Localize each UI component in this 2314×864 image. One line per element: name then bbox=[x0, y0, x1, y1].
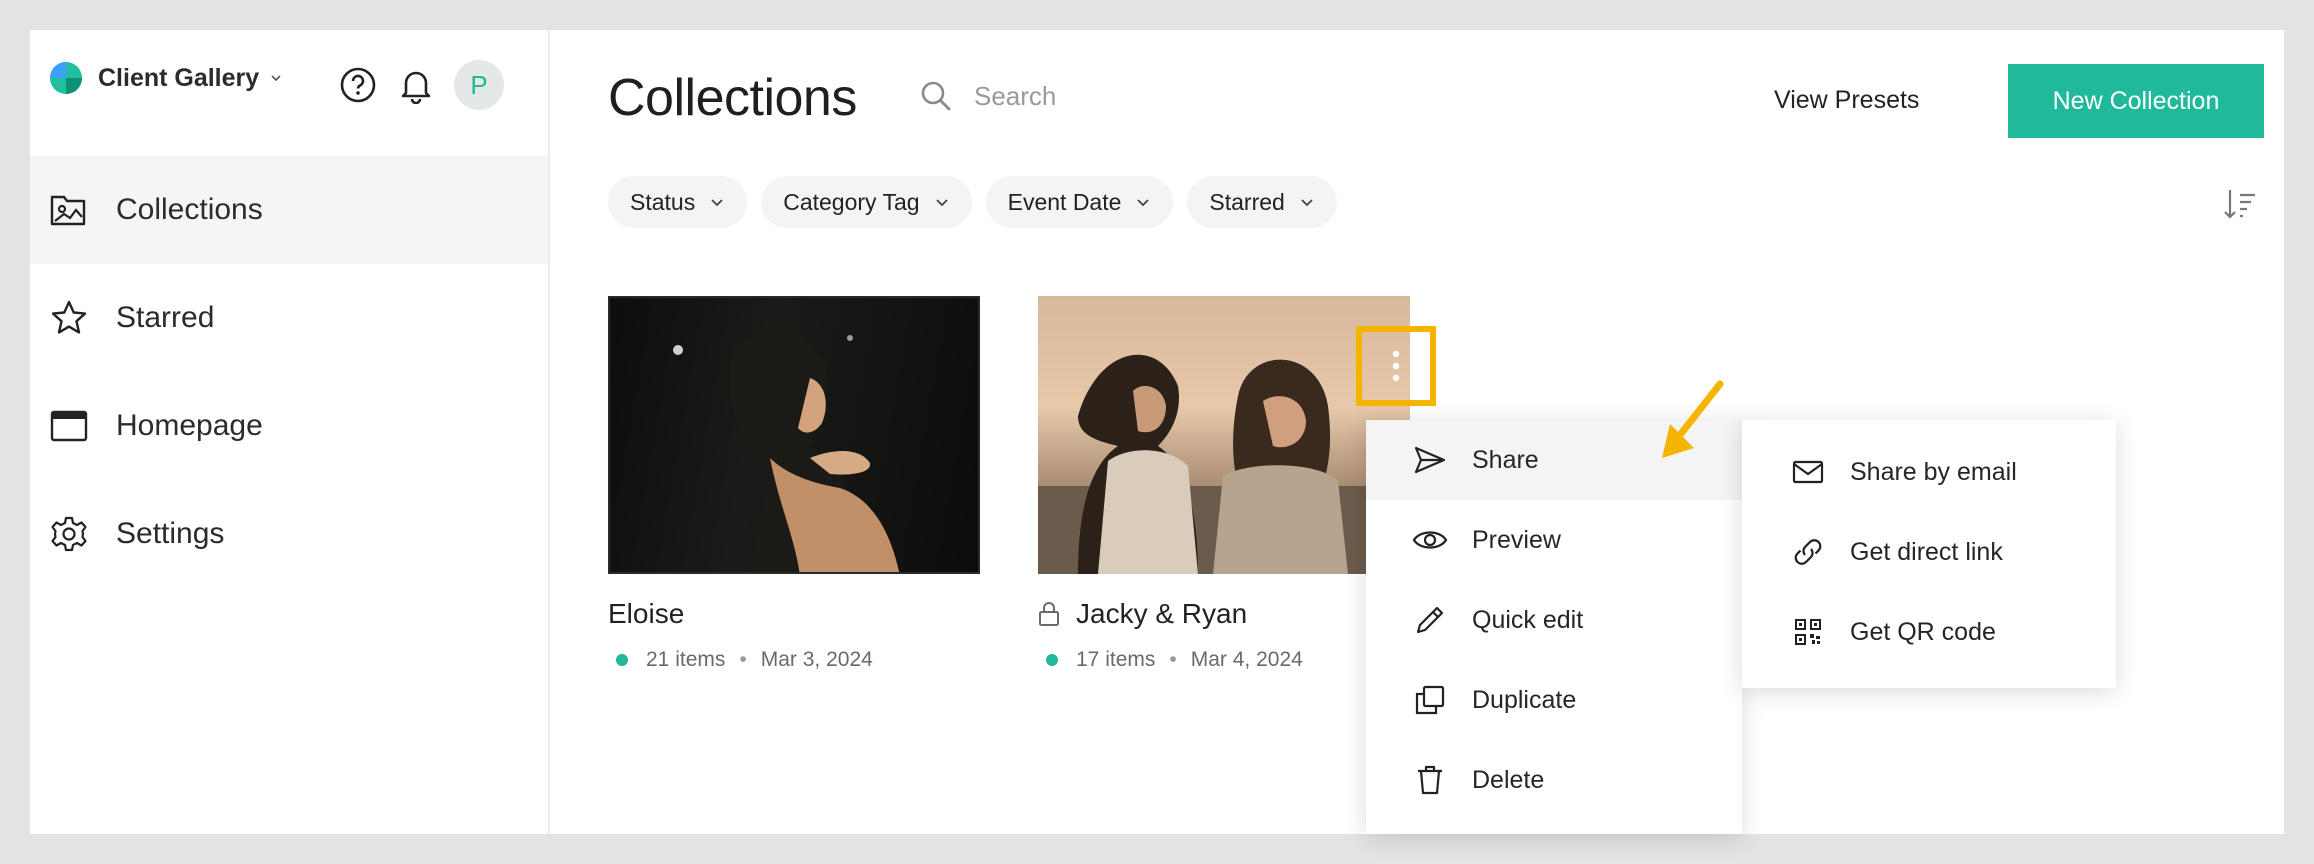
annotation-arrow-icon bbox=[1662, 380, 1724, 458]
filter-status[interactable]: Status bbox=[608, 176, 748, 228]
status-dot bbox=[1046, 654, 1058, 666]
share-submenu: Share by email Get direct link Get QR co… bbox=[1742, 420, 2116, 688]
sidebar-item-settings[interactable]: Settings bbox=[30, 480, 548, 588]
sidebar-nav: Collections Starred Homepage Settings bbox=[30, 156, 548, 588]
sidebar-item-label: Settings bbox=[116, 517, 225, 550]
search-placeholder: Search bbox=[974, 80, 1057, 111]
trash-icon bbox=[1412, 762, 1448, 798]
menu-item-duplicate[interactable]: Duplicate bbox=[1366, 660, 1742, 740]
link-icon bbox=[1790, 534, 1826, 570]
star-icon bbox=[50, 299, 88, 337]
collection-date: Mar 3, 2024 bbox=[760, 648, 873, 671]
sidebar: Client Gallery P Collections Starred Hom… bbox=[30, 30, 550, 834]
filter-label: Event Date bbox=[1007, 188, 1122, 215]
collection-meta: 17 items • Mar 4, 2024 bbox=[1038, 648, 1410, 672]
lock-icon bbox=[1039, 602, 1059, 626]
filter-starred[interactable]: Starred bbox=[1187, 176, 1337, 228]
browser-window-icon bbox=[50, 407, 88, 445]
eye-icon bbox=[1412, 522, 1448, 558]
app-window: Client Gallery P Collections Starred Hom… bbox=[30, 30, 2284, 834]
send-icon bbox=[1412, 442, 1448, 478]
menu-item-label: Get direct link bbox=[1850, 537, 2003, 566]
bell-icon[interactable] bbox=[396, 65, 436, 105]
filter-label: Starred bbox=[1209, 188, 1285, 215]
collection-date: Mar 4, 2024 bbox=[1190, 648, 1303, 671]
collection-context-menu: Share Preview Quick edit Duplicate Delet… bbox=[1366, 420, 1742, 834]
sidebar-item-label: Starred bbox=[116, 301, 215, 334]
menu-item-label: Duplicate bbox=[1472, 685, 1577, 714]
collection-card[interactable]: Jacky & Ryan 17 items • Mar 4, 2024 bbox=[1038, 296, 1410, 672]
kebab-menu-icon bbox=[1392, 350, 1400, 382]
sidebar-item-label: Collections bbox=[116, 193, 263, 226]
new-collection-button[interactable]: New Collection bbox=[2008, 64, 2264, 138]
search-icon bbox=[921, 81, 951, 111]
collection-card[interactable]: Eloise 21 items • Mar 3, 2024 bbox=[608, 296, 980, 672]
sidebar-item-collections[interactable]: Collections bbox=[30, 156, 548, 264]
collection-title: Eloise bbox=[608, 598, 685, 629]
submenu-item-share-by-email[interactable]: Share by email bbox=[1742, 432, 2116, 512]
brand-logo-icon bbox=[50, 62, 82, 94]
avatar[interactable]: P bbox=[454, 60, 504, 110]
menu-item-label: Preview bbox=[1472, 525, 1561, 554]
menu-item-label: Share by email bbox=[1850, 457, 2017, 486]
gear-icon bbox=[50, 515, 88, 553]
menu-item-preview[interactable]: Preview bbox=[1366, 500, 1742, 580]
menu-item-label: Quick edit bbox=[1472, 605, 1584, 634]
chevron-down-icon bbox=[935, 199, 948, 207]
pencil-icon bbox=[1412, 602, 1448, 638]
collection-title-row: Jacky & Ryan bbox=[1038, 598, 1410, 630]
top-icons: P bbox=[338, 60, 504, 110]
collection-cover-photo[interactable] bbox=[608, 296, 980, 574]
chevron-down-icon bbox=[271, 75, 281, 82]
status-dot bbox=[616, 654, 628, 666]
portrait-image bbox=[673, 329, 900, 572]
sidebar-item-starred[interactable]: Starred bbox=[30, 264, 548, 372]
duplicate-icon bbox=[1412, 682, 1448, 718]
filter-event-date[interactable]: Event Date bbox=[985, 176, 1174, 228]
submenu-item-get-qr-code[interactable]: Get QR code bbox=[1742, 592, 2116, 672]
view-presets-link[interactable]: View Presets bbox=[1774, 86, 1919, 115]
menu-item-quick-edit[interactable]: Quick edit bbox=[1366, 580, 1742, 660]
qr-code-icon bbox=[1790, 614, 1826, 650]
collection-title: Jacky & Ryan bbox=[1076, 598, 1248, 629]
sidebar-item-homepage[interactable]: Homepage bbox=[30, 372, 548, 480]
brand-name: Client Gallery bbox=[98, 63, 260, 92]
sort-icon[interactable] bbox=[2222, 186, 2258, 222]
filter-label: Category Tag bbox=[783, 188, 920, 215]
couple-image bbox=[1038, 354, 1410, 574]
chevron-down-icon bbox=[1301, 199, 1313, 207]
sidebar-item-label: Homepage bbox=[116, 409, 263, 442]
menu-item-label: Delete bbox=[1472, 765, 1545, 794]
menu-item-label: Share bbox=[1472, 445, 1539, 474]
brand-switcher[interactable]: Client Gallery bbox=[50, 62, 283, 94]
envelope-icon bbox=[1790, 454, 1826, 490]
page-title: Collections bbox=[608, 69, 857, 127]
filter-label: Status bbox=[630, 188, 696, 215]
menu-item-label: Get QR code bbox=[1850, 617, 1996, 646]
submenu-item-get-direct-link[interactable]: Get direct link bbox=[1742, 512, 2116, 592]
item-count: 17 items bbox=[1076, 648, 1156, 671]
help-icon[interactable] bbox=[338, 65, 378, 105]
image-folder-icon bbox=[50, 191, 88, 229]
meta-separator: • bbox=[739, 648, 747, 671]
search-input[interactable]: Search bbox=[920, 80, 1056, 112]
menu-item-delete[interactable]: Delete bbox=[1366, 740, 1742, 820]
collection-meta: 21 items • Mar 3, 2024 bbox=[608, 648, 980, 672]
collection-cover-photo[interactable] bbox=[1038, 296, 1410, 574]
chevron-down-icon bbox=[711, 199, 723, 207]
more-options-button[interactable] bbox=[1356, 326, 1436, 406]
filter-category-tag[interactable]: Category Tag bbox=[761, 176, 972, 228]
filter-bar: Status Category Tag Event Date Starred bbox=[608, 176, 1351, 228]
meta-separator: • bbox=[1169, 648, 1177, 671]
item-count: 21 items bbox=[646, 648, 726, 671]
chevron-down-icon bbox=[1137, 199, 1150, 207]
